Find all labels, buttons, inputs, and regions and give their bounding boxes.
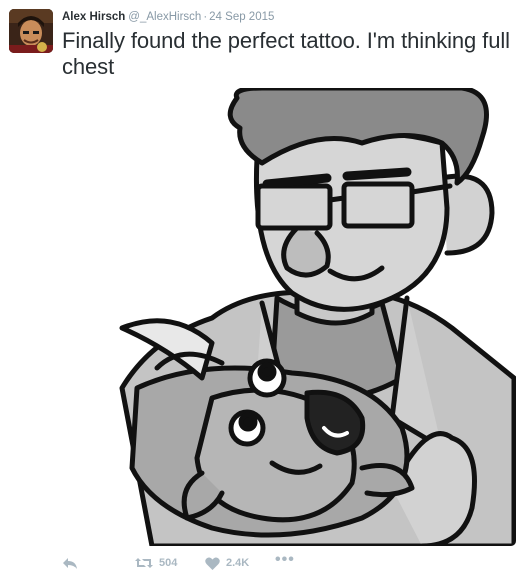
tweet-date[interactable]: 24 Sep 2015: [209, 11, 274, 23]
like-button[interactable]: 2.4K: [205, 556, 275, 570]
more-icon: •••: [275, 551, 295, 568]
author-handle[interactable]: @_AlexHirsch: [128, 11, 201, 23]
reply-icon: [62, 557, 78, 570]
avatar[interactable]: [9, 9, 53, 53]
tweet: Alex Hirsch @_AlexHirsch · 24 Sep 2015 Fina…: [0, 0, 525, 580]
retweet-button[interactable]: 504: [135, 557, 205, 569]
heart-icon: [205, 556, 220, 570]
retweet-icon: [135, 557, 153, 569]
retweet-count: 504: [159, 557, 178, 569]
tweet-header: Alex Hirsch @_AlexHirsch · 24 Sep 2015: [62, 9, 274, 25]
reply-button[interactable]: [62, 557, 135, 570]
tweet-image[interactable]: [62, 88, 516, 546]
author-name[interactable]: Alex Hirsch: [62, 11, 125, 23]
tweet-text: Finally found the perfect tattoo. I'm th…: [62, 28, 510, 79]
like-count: 2.4K: [226, 557, 250, 569]
more-button[interactable]: •••: [275, 551, 295, 571]
tweet-actions: 504 2.4K •••: [62, 551, 295, 573]
separator-dot: ·: [203, 11, 208, 23]
